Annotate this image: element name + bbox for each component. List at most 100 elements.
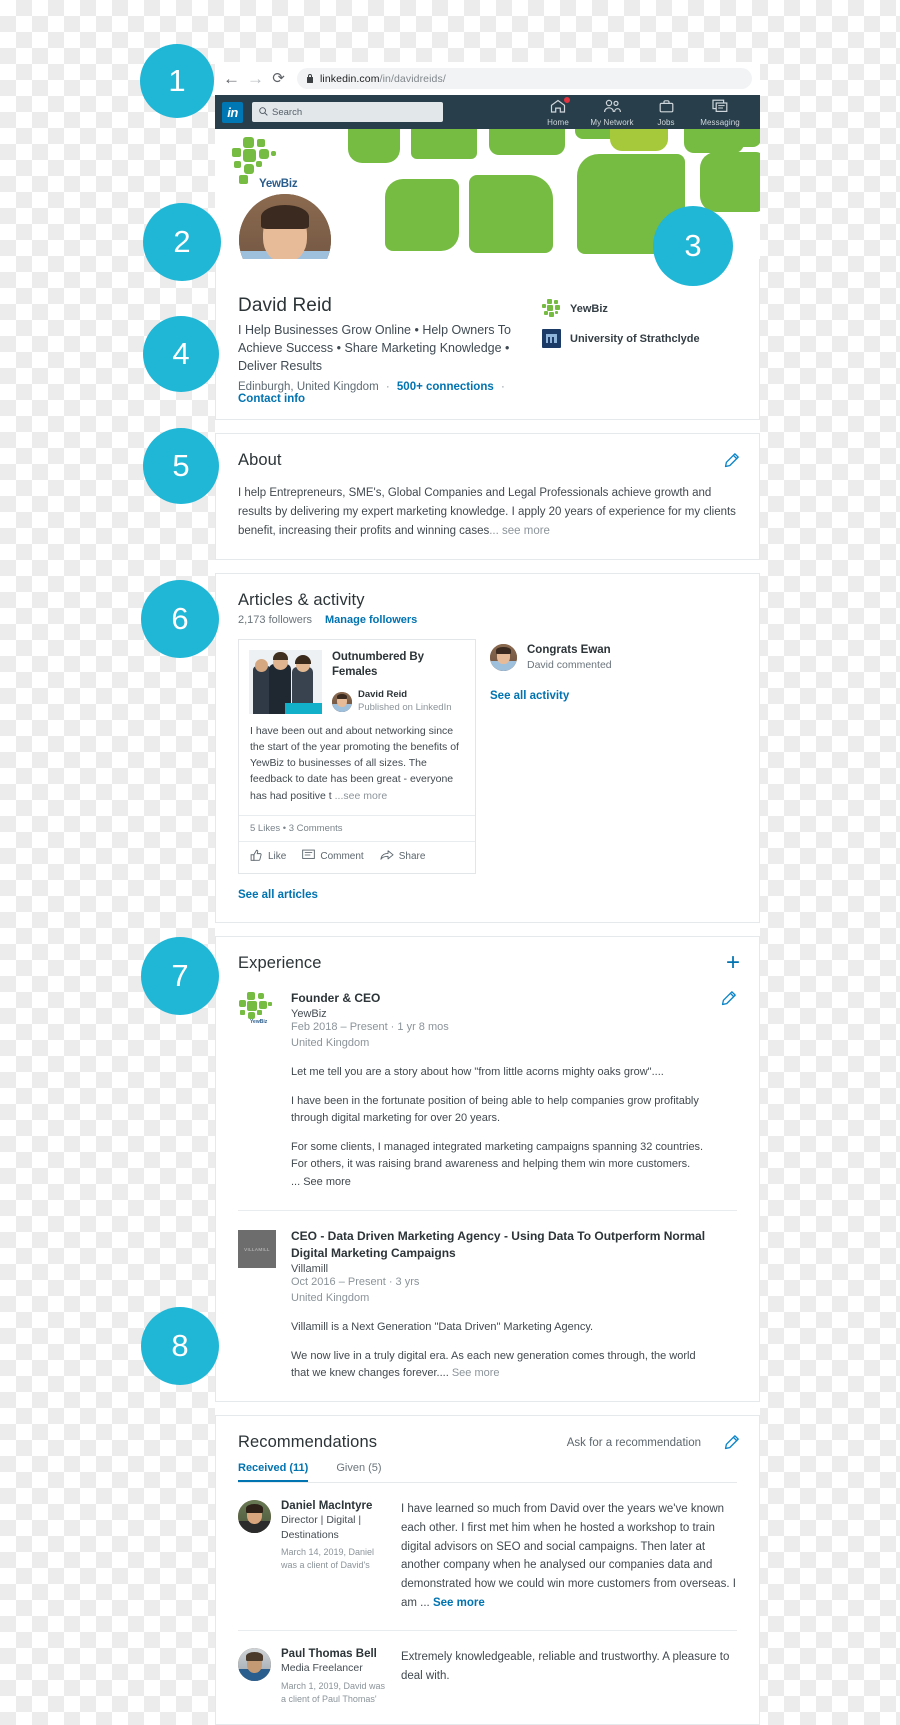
villamill-logo-icon: VILLAMILL: [238, 1230, 276, 1269]
yewbiz-logo-icon: [542, 299, 561, 318]
linkedin-logo[interactable]: in: [222, 101, 243, 123]
recommender-name: Paul Thomas Bell: [281, 1648, 377, 1661]
tab-given[interactable]: Given (5): [336, 1462, 381, 1482]
article-stats: 5 Likes • 3 Comments: [239, 814, 475, 841]
nav-label-my-network: My Network: [590, 118, 634, 127]
nav-item-home[interactable]: Home: [531, 96, 585, 127]
org-row-yewbiz[interactable]: YewBiz: [542, 299, 737, 318]
experience-paragraph: I have been in the fortunate position of…: [291, 1095, 699, 1125]
experience-see-more[interactable]: ... See more: [291, 1174, 707, 1191]
comment-button[interactable]: Comment: [302, 849, 364, 864]
callout-6: 6: [141, 580, 219, 658]
experience-paragraph: We now live in a truly digital era. As e…: [291, 1348, 707, 1382]
activity-item[interactable]: Congrats Ewan David commented: [490, 644, 737, 672]
comment-icon: [302, 849, 316, 864]
comment-label: Comment: [320, 851, 364, 863]
profile-headline: I Help Businesses Grow Online • Help Own…: [238, 323, 512, 373]
activity-column: Congrats Ewan David commented See all ac…: [490, 639, 737, 874]
search-icon: [259, 106, 268, 118]
article-see-more[interactable]: ...see more: [335, 790, 388, 802]
activity-avatar: [490, 644, 517, 672]
experience-location: United Kingdom: [291, 1291, 370, 1304]
browser-toolbar: ← → ⟳ linkedin.com/in/davidreids/: [215, 62, 760, 95]
experience-card: Experience + YewBiz Founder & CEO YewBiz…: [215, 935, 760, 1403]
experience-logo: YewBiz: [238, 990, 276, 1191]
edit-recommendations-pencil-icon[interactable]: [723, 1434, 740, 1451]
banner-tile: [705, 129, 760, 147]
reload-icon[interactable]: ⟳: [271, 71, 286, 86]
recommendation-tabs: Received (11) Given (5): [238, 1462, 737, 1484]
experience-date: Oct 2016 – Present · 3 yrs: [291, 1276, 420, 1289]
share-label: Share: [398, 851, 426, 863]
recommendation-item: Daniel MacIntyre Director | Digital | De…: [238, 1500, 737, 1612]
callout-8: 8: [141, 1307, 219, 1385]
recommender-role: Media Freelancer: [281, 1662, 363, 1675]
like-button[interactable]: Like: [250, 849, 286, 865]
nav-items: Home My Network Jobs Messaging: [531, 96, 753, 127]
profile-location: Edinburgh, United Kingdom: [238, 381, 379, 394]
callout-1: 1: [140, 44, 214, 118]
nav-item-jobs[interactable]: Jobs: [639, 97, 693, 127]
edit-experience-pencil-icon[interactable]: [720, 990, 737, 1007]
about-body: I help Entrepreneurs, SME's, Global Comp…: [238, 487, 736, 537]
recommendation-text: Extremely knowledgeable, reliable and tr…: [401, 1651, 730, 1683]
experience-paragraph: Let me tell you are a story about how "f…: [291, 1066, 664, 1079]
experience-item: VILLAMILL CEO - Data Driven Marketing Ag…: [238, 1228, 737, 1382]
experience-paragraph: Villamill is a Next Generation "Data Dri…: [291, 1320, 594, 1333]
yewbiz-logo-icon: YewBiz: [238, 991, 276, 1026]
nav-item-my-network[interactable]: My Network: [585, 97, 639, 127]
recommendations-card: Recommendations Ask for a recommendation…: [215, 1415, 760, 1725]
strathclyde-logo-icon: [542, 329, 561, 348]
nav-item-messaging[interactable]: Messaging: [693, 97, 747, 127]
back-icon[interactable]: ←: [223, 70, 240, 87]
banner-tile: [469, 175, 553, 253]
address-bar[interactable]: linkedin.com/in/davidreids/: [297, 68, 752, 89]
about-card: About I help Entrepreneurs, SME's, Globa…: [215, 433, 760, 561]
home-notification-badge: [563, 96, 571, 104]
experience-company: Villamill: [291, 1263, 329, 1276]
callout-4: 4: [143, 316, 219, 392]
connections-link[interactable]: 500+ connections: [397, 381, 494, 393]
url-domain: linkedin.com: [320, 72, 380, 85]
experience-date: Feb 2018 – Present · 1 yr 8 mos: [291, 1021, 449, 1034]
recommendations-title: Recommendations: [238, 1433, 378, 1452]
recommendation-see-more[interactable]: See more: [433, 1597, 485, 1609]
recommendation-text: I have learned so much from David over t…: [401, 1500, 737, 1612]
experience-item: YewBiz Founder & CEO YewBiz Feb 2018 – P…: [238, 990, 737, 1191]
org-name-yewbiz: YewBiz: [570, 302, 608, 315]
add-experience-plus-icon[interactable]: +: [726, 950, 740, 975]
search-input[interactable]: Search: [252, 102, 443, 122]
like-label: Like: [268, 851, 287, 863]
article-card[interactable]: Outnumbered By Females David Reid Publis…: [238, 639, 476, 874]
ask-for-recommendation-button[interactable]: Ask for a recommendation: [567, 1437, 701, 1449]
org-name-university: University of Strathclyde: [570, 332, 700, 345]
forward-icon[interactable]: →: [247, 70, 264, 87]
org-row-university[interactable]: University of Strathclyde: [542, 329, 737, 348]
share-button[interactable]: Share: [380, 849, 426, 864]
nav-label-jobs: Jobs: [657, 118, 675, 127]
url-path: /in/davidreids/: [379, 72, 446, 85]
manage-followers-link[interactable]: Manage followers: [325, 614, 417, 626]
network-icon: [603, 99, 621, 117]
recommendation-date: March 14, 2019, Daniel was a client of D…: [281, 1547, 375, 1570]
tab-received[interactable]: Received (11): [238, 1462, 309, 1483]
experience-location: United Kingdom: [291, 1037, 370, 1050]
edit-about-pencil-icon[interactable]: [723, 452, 740, 469]
callout-5: 5: [143, 428, 219, 504]
article-title: Outnumbered By Females: [332, 651, 424, 679]
profile-avatar[interactable]: [236, 191, 334, 259]
experience-see-more[interactable]: See more: [452, 1367, 500, 1379]
about-see-more[interactable]: ... see more: [489, 525, 550, 537]
see-all-articles-link[interactable]: See all articles: [238, 889, 318, 901]
contact-info-link[interactable]: Contact info: [238, 393, 305, 405]
recommendation-body: I have learned so much from David over t…: [401, 1503, 736, 1609]
linkedin-navbar: in Search Home My Network Jobs Messaging: [215, 95, 760, 129]
article-actions: Like Comment Share: [239, 840, 475, 873]
articles-activity-subheader: 2,173 followers Manage followers: [238, 614, 737, 626]
experience-company: YewBiz: [291, 1008, 327, 1021]
see-all-activity-link[interactable]: See all activity: [490, 690, 737, 702]
banner-tile: [489, 129, 565, 155]
banner-tile: [385, 179, 459, 251]
thumbs-up-icon: [250, 849, 263, 865]
recommender-avatar: [238, 1500, 271, 1534]
